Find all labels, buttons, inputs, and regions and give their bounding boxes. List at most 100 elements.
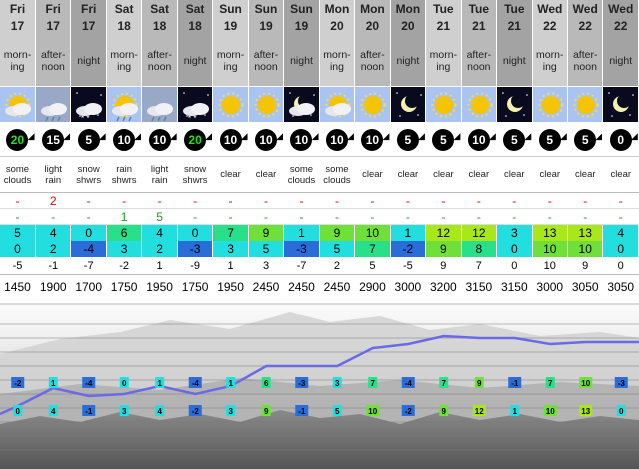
chart-bottom-label: 12 — [472, 405, 486, 416]
wind-cell: 10 ◢ — [461, 123, 498, 157]
max-temp-cell: 1 — [283, 224, 320, 241]
rain-cell: - — [212, 192, 249, 209]
summary-cell: some clouds — [283, 156, 320, 193]
day-cell: Sat — [141, 0, 178, 17]
max-temp-cell: 3 — [496, 224, 533, 241]
wind-chill-row: -5 -1 -7 -2 1 -9 1 3 -7 2 5 -5 9 7 0 10 9 0 — [0, 257, 639, 275]
wind-speed-icon: 10 ◢ — [361, 128, 389, 151]
chart-top-label: -2 — [11, 377, 25, 388]
date-cell: 18 — [106, 17, 143, 35]
wind-speed-icon: 15 ◢ — [42, 128, 70, 151]
snow-cell: 1 — [106, 208, 143, 225]
chart-bottom-label: 9 — [261, 405, 271, 416]
date-cell: 18 — [141, 17, 178, 35]
snow-cell: - — [35, 208, 72, 225]
tree-line — [0, 410, 639, 469]
weather-icon-cell — [141, 86, 178, 123]
svg-text:1: 1 — [229, 379, 234, 388]
chart-bottom-label: 13 — [579, 405, 593, 416]
wind-cell: 10 ◢ — [141, 123, 178, 157]
day-cell: Fri — [0, 0, 36, 17]
svg-text:13: 13 — [581, 407, 590, 416]
wind-speed-icon: 5 ◢ — [538, 128, 566, 151]
day-cell: Wed — [567, 0, 604, 17]
time-of-day-cell: after-noon — [248, 35, 285, 86]
weather-icon-cell — [602, 86, 639, 123]
time-of-day-cell: morn-ing — [425, 35, 462, 86]
sun-icon — [248, 87, 283, 122]
max-temp-row: 5 4 0 6 4 0 7 9 1 9 10 1 12 12 3 13 13 4 — [0, 224, 639, 241]
wind-row: 20 ◢ 15 ◢ 5 ◢ 10 ◢ 10 ◢ 20 ◢ 10 ◢ 10 ◢ 10 ◢ 10 ◢ 10 ◢ 5 ◢ 5 ◢ 10 ◢ 5… — [0, 123, 639, 157]
date-cell: 21 — [425, 17, 462, 35]
weather-icon-cell — [496, 86, 533, 123]
summary-cell: light rain — [141, 156, 178, 193]
wind-direction-icon: ◢ — [559, 130, 567, 141]
wind-direction-icon: ◢ — [311, 130, 319, 141]
rain-cell: - — [319, 192, 356, 209]
weather-icon-cell — [35, 86, 72, 123]
wind-direction-icon: ◢ — [98, 130, 106, 141]
min-temp-cell: -3 — [283, 241, 320, 257]
wind-chill-cell: 1 — [141, 257, 178, 275]
min-temp-cell: 10 — [532, 241, 569, 257]
snow-cell: - — [461, 208, 498, 225]
summary-cell: clear — [567, 156, 604, 193]
svg-text:9: 9 — [442, 407, 447, 416]
weather-icon-cell — [567, 86, 604, 123]
max-temp-cell: 4 — [35, 224, 72, 241]
day-cell: Sat — [106, 0, 143, 17]
sun-icon — [213, 87, 248, 122]
wind-direction-icon: ◢ — [169, 130, 177, 141]
wind-cell: 10 ◢ — [248, 123, 285, 157]
snow-cell: - — [248, 208, 285, 225]
rain-cell: - — [496, 192, 533, 209]
date-cell: 22 — [532, 17, 569, 35]
chart-bottom-label: 10 — [366, 405, 380, 416]
chart-top-label: 7 — [368, 377, 378, 388]
day-cell: Wed — [602, 0, 639, 17]
min-temp-cell: 3 — [212, 241, 249, 257]
wind-cell: 5 ◢ — [532, 123, 569, 157]
time-of-day-cell: night — [283, 35, 320, 86]
max-temp-cell: 10 — [354, 224, 391, 241]
date-cell: 22 — [567, 17, 604, 35]
wind-direction-icon: ◢ — [488, 130, 496, 141]
chart-bottom-label: -2 — [188, 405, 202, 416]
svg-text:1: 1 — [158, 379, 163, 388]
chart-bottom-label: 9 — [439, 405, 449, 416]
wind-cell: 10 ◢ — [212, 123, 249, 157]
min-temp-cell: 0 — [602, 241, 639, 257]
svg-text:* *: * * — [188, 114, 196, 122]
svg-text:1: 1 — [51, 379, 56, 388]
wind-cell: 10 ◢ — [106, 123, 143, 157]
wind-direction-icon: ◢ — [595, 130, 603, 141]
date-cell: 17 — [0, 17, 36, 35]
wind-cell: 15 ◢ — [35, 123, 72, 157]
wind-direction-icon: ◢ — [382, 130, 390, 141]
weather-icon-cell — [283, 86, 320, 123]
sun-icon — [355, 87, 390, 122]
chart-top-label: 7 — [439, 377, 449, 388]
day-cell: Mon — [390, 0, 427, 17]
svg-text:* *: * * — [81, 114, 89, 122]
weather-icon-cell — [354, 86, 391, 123]
day-cell: Tue — [461, 0, 498, 17]
chart-top-label: 3 — [332, 377, 342, 388]
wind-direction-icon: ◢ — [205, 130, 213, 141]
svg-text:3: 3 — [335, 379, 340, 388]
rain-cell: - — [283, 192, 320, 209]
wind-speed-icon: 10 ◢ — [219, 128, 247, 151]
svg-text:6: 6 — [264, 379, 269, 388]
svg-text:-2: -2 — [14, 379, 22, 388]
wind-direction-icon: ◢ — [240, 130, 248, 141]
wind-cell: 10 ◢ — [319, 123, 356, 157]
chart-bottom-label: 4 — [48, 405, 58, 416]
chart-top-label: 0 — [119, 377, 129, 388]
weather-icon-cell — [390, 86, 427, 123]
snow-cell: - — [212, 208, 249, 225]
summary-cell: clear — [461, 156, 498, 193]
wind-chill-cell: 5 — [354, 257, 391, 275]
svg-text:3: 3 — [122, 407, 127, 416]
min-temp-cell: 2 — [141, 241, 178, 257]
svg-text:3: 3 — [229, 407, 234, 416]
